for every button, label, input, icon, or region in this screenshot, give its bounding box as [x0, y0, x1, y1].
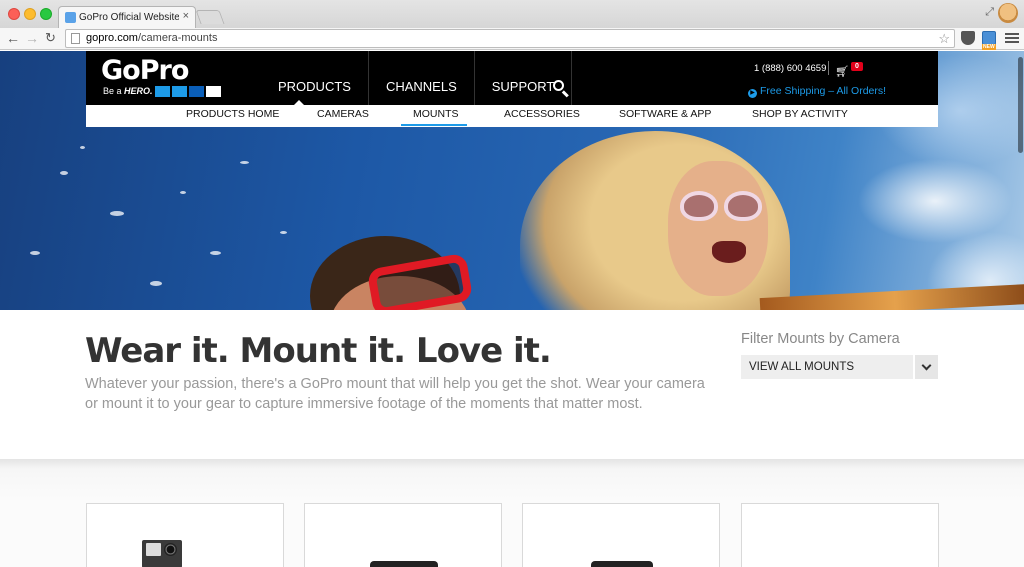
subnav-products-home[interactable]: PRODUCTS HOME [186, 108, 279, 120]
bookmark-star-icon[interactable]: ☆ [938, 30, 950, 47]
subnav-software-app[interactable]: SOFTWARE & APP [619, 108, 711, 120]
new-badge: NEW [982, 44, 996, 50]
tab-close-icon[interactable]: × [183, 10, 189, 22]
subnav-active-indicator [401, 124, 467, 126]
mount-product-image [370, 561, 438, 567]
subnav-accessories[interactable]: ACCESSORIES [504, 108, 580, 120]
close-window-button[interactable] [8, 8, 20, 20]
logo-tagline: Be a HERO. [103, 86, 153, 96]
logo-wordmark: GoPro [101, 55, 189, 86]
page-scrollbar[interactable] [1016, 51, 1024, 567]
search-icon[interactable] [552, 79, 570, 98]
header-divider [828, 61, 829, 75]
product-grid [0, 459, 1024, 567]
filter-label: Filter Mounts by Camera [741, 331, 900, 347]
nav-channels[interactable]: CHANNELS [369, 51, 475, 105]
new-tab-button[interactable] [195, 10, 225, 24]
site-header: GoPro Be a HERO. PRODUCTS CHANNELS SUPPO… [86, 51, 938, 105]
subnav-cameras[interactable]: CAMERAS [317, 108, 369, 120]
page-icon [71, 33, 80, 44]
page-viewport: GoPro Be a HERO. PRODUCTS CHANNELS SUPPO… [0, 51, 1024, 567]
subnav-mounts[interactable]: MOUNTS [413, 108, 459, 120]
subnav-shop-by-activity[interactable]: SHOP BY ACTIVITY [752, 108, 848, 120]
cart-icon: 🛒︎ [835, 66, 849, 78]
main-nav: PRODUCTS CHANNELS SUPPORT [262, 51, 573, 105]
chevron-down-icon[interactable] [915, 355, 938, 379]
gopro-favicon-icon [65, 12, 76, 23]
product-card[interactable] [522, 503, 720, 567]
zoom-window-button[interactable] [40, 8, 52, 20]
camera-product-image [142, 540, 182, 567]
pocket-icon[interactable] [961, 31, 975, 45]
cart-count-badge: 0 [851, 62, 863, 71]
play-circle-icon: ▶ [748, 89, 757, 98]
url-text[interactable]: gopro.com/camera-mounts [86, 30, 217, 47]
subnav-pointer [294, 100, 304, 105]
cart-button[interactable]: 🛒︎ 0 [835, 62, 863, 80]
mount-product-image [591, 561, 653, 567]
browser-tab-active[interactable]: GoPro Official Website: The × [58, 6, 196, 28]
back-arrow-icon[interactable]: ← [6, 30, 20, 46]
reload-icon[interactable]: ↻ [45, 30, 56, 46]
tab-title: GoPro Official Website: The [79, 12, 179, 23]
camera-filter-select[interactable]: VIEW ALL MOUNTS [741, 355, 913, 379]
gopro-logo[interactable]: GoPro Be a HERO. [101, 55, 221, 97]
hamburger-menu-icon[interactable] [1005, 31, 1019, 45]
product-card[interactable] [86, 503, 284, 567]
profile-avatar-icon[interactable] [998, 3, 1018, 23]
free-shipping-link[interactable]: ▶ Free Shipping – All Orders! [748, 85, 886, 98]
minimize-window-button[interactable] [24, 8, 36, 20]
logo-color-blocks [155, 86, 221, 97]
product-card[interactable] [741, 503, 939, 567]
browser-tab-strip: GoPro Official Website: The × ⤢ [0, 0, 1024, 28]
extension-icon[interactable]: NEW [982, 31, 996, 50]
browser-toolbar: ← → ↻ gopro.com/camera-mounts ☆ NEW [0, 28, 1024, 50]
nav-products[interactable]: PRODUCTS [262, 51, 369, 105]
forward-arrow-icon[interactable]: → [25, 30, 39, 46]
intro-section: Wear it. Mount it. Love it. Whatever you… [0, 310, 1024, 459]
page-description: Whatever your passion, there's a GoPro m… [85, 376, 705, 412]
product-card[interactable] [304, 503, 502, 567]
sub-nav: PRODUCTS HOME CAMERAS MOUNTS ACCESSORIES… [86, 100, 938, 127]
phone-number[interactable]: 1 (888) 600 4659 [754, 63, 826, 74]
address-bar[interactable]: gopro.com/camera-mounts ☆ [65, 29, 955, 48]
fullscreen-icon[interactable]: ⤢ [985, 6, 994, 19]
page-title: Wear it. Mount it. Love it. [85, 331, 552, 371]
scrollbar-thumb[interactable] [1018, 57, 1023, 153]
